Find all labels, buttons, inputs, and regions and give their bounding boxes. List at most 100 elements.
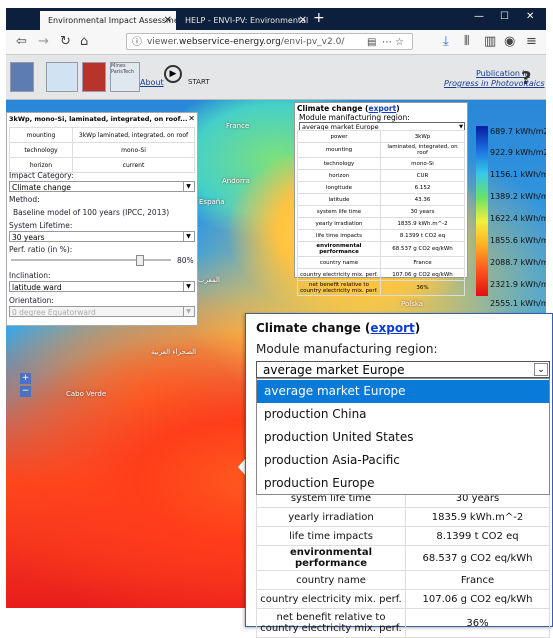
menu-icon[interactable]: ≡ <box>526 34 537 49</box>
account-icon[interactable]: ◉ <box>504 34 515 49</box>
table-row: mounting laminated, integrated, on roof <box>297 142 465 158</box>
dropdown-option[interactable]: production Europe <box>257 472 549 495</box>
start-label[interactable]: START <box>188 78 210 86</box>
table-row: technology mono-Si <box>297 157 465 170</box>
table-row: technology mono-Si <box>9 142 195 158</box>
dropdown-option[interactable]: production China <box>257 403 549 426</box>
legend-label: 1156.1 kWh/m2 <box>490 170 546 179</box>
tab-label: HELP - ENVI-PV: Environmental Impac <box>185 16 311 25</box>
more-icon[interactable]: ⋯ <box>382 34 392 49</box>
minimize-icon[interactable]: — <box>474 11 484 22</box>
dropdown-option[interactable]: production Asia-Pacific <box>257 449 549 472</box>
orientation-select[interactable]: 0 degree Equatorward ▼ <box>9 306 195 317</box>
table-cell: country electricity mix. perf. <box>256 589 406 609</box>
table-cell: 8.1399 t CO2 eq <box>380 229 465 242</box>
dropdown-option[interactable]: production United States <box>257 426 549 449</box>
legend-label: 1389.2 kWh/m2 <box>490 192 546 201</box>
map-popup-zoomed: Climate change (export) Module manufactu… <box>245 313 553 638</box>
legend-label: 2088.7 kWh/m2 <box>490 258 546 267</box>
help-icon[interactable]: ? <box>521 68 531 89</box>
home-icon[interactable]: ⌂ <box>80 34 88 49</box>
region-select[interactable]: average market Europe ⌄ <box>256 361 550 378</box>
table-row: country electricity mix. perf. 107.06 g C… <box>297 268 465 281</box>
export-link[interactable]: export <box>370 321 414 335</box>
close-tab-icon[interactable]: ✕ <box>299 11 307 30</box>
table-cell: current <box>72 157 195 173</box>
close-window-icon[interactable]: ✕ <box>526 11 534 22</box>
perf-ratio-slider-track[interactable] <box>11 259 171 261</box>
table-cell: 3kWp <box>380 130 465 143</box>
popup-title: Climate change (export) <box>256 321 420 335</box>
zoom-in-button[interactable]: + <box>20 373 31 384</box>
table-row: life time impacts 8.1399 t CO2 eq <box>256 526 550 546</box>
close-icon[interactable]: ✕ <box>188 114 195 123</box>
tab-help[interactable]: HELP - ENVI-PV: Environmental Impac ✕ <box>177 11 311 30</box>
chevron-down-icon: ⌄ <box>534 363 548 376</box>
table-cell: 36% <box>405 608 550 638</box>
forward-icon[interactable]: → <box>38 34 49 49</box>
table-cell: net benefit relative to country electric… <box>297 280 381 296</box>
tab-environmental-impact[interactable]: Environmental Impact Assessment ✕ <box>40 11 176 30</box>
dropdown-option[interactable]: average market Europe <box>257 380 549 403</box>
legend-label: 1622.4 kWh/m2 <box>490 214 546 223</box>
select-value: 30 years <box>12 233 45 242</box>
table-row: yearly irradiation 1835.9 kWh.m^-2 <box>297 217 465 230</box>
legend-label: 2321.9 kWh/m2 <box>490 280 546 289</box>
mines-paristech-logo: Mines ParisTech <box>110 62 140 92</box>
table-row: yearly irradiation 1835.9 kWh.m^-2 <box>256 507 550 527</box>
about-link[interactable]: About <box>140 78 164 87</box>
popup-title: Climate change (export) <box>297 104 400 113</box>
inclination-select[interactable]: latitude ward ▼ <box>9 281 195 292</box>
new-tab-icon[interactable]: + <box>313 10 325 26</box>
perf-ratio-slider-handle[interactable] <box>136 255 144 266</box>
map-label-cabo-verde: Cabo Verde <box>66 390 107 398</box>
url-bar[interactable]: ⓘ viewer.webservice-energy.org/envi-pv_v… <box>126 33 413 50</box>
play-icon[interactable]: ▶ <box>164 65 182 83</box>
legend-label: 689.7 kWh/m2 <box>490 127 546 136</box>
app-header: Mines ParisTech About ▶ START Publicatio… <box>6 55 546 100</box>
region-label: Module manifacturing region: <box>299 113 410 122</box>
zoom-out-button[interactable]: − <box>20 386 31 397</box>
select-value: average market Europe <box>263 363 405 377</box>
logo-image <box>46 62 78 92</box>
table-cell: 1835.9 kWh.m^-2 <box>380 217 465 230</box>
back-icon[interactable]: ⇦ <box>16 34 27 49</box>
close-tab-icon[interactable]: ✕ <box>164 11 172 30</box>
map-popup: Climate change (export) Module manifactu… <box>294 102 468 296</box>
reload-icon[interactable]: ↻ <box>60 34 71 49</box>
impact-category-select[interactable]: Climate change ▼ <box>9 181 195 192</box>
download-icon[interactable]: ⤓ <box>443 34 449 49</box>
table-cell: 43.36 <box>380 193 465 206</box>
map-label-espana: España <box>199 198 225 206</box>
table-row: net benefit relative to country electric… <box>256 608 550 638</box>
library-icon[interactable]: ⫴ <box>464 34 469 49</box>
title-text: Climate change ( <box>256 321 371 335</box>
table-cell: mono-Si <box>380 157 465 170</box>
tab-bar: Environmental Impact Assessment ✕ HELP -… <box>6 8 546 30</box>
table-cell: life time impacts <box>297 229 381 242</box>
chevron-down-icon: ▼ <box>183 282 193 291</box>
table-row: environmental performance 68.537 g CO2 eq… <box>297 241 465 257</box>
table-cell: technology <box>297 157 381 170</box>
table-row: horizon CUR <box>297 169 465 182</box>
sidebar-icon[interactable]: ▥ <box>484 34 496 49</box>
table-cell: 68.537 g CO2 eq/kWh <box>405 545 550 571</box>
chevron-down-icon: ▼ <box>183 232 193 241</box>
export-link[interactable]: export <box>368 104 396 113</box>
system-lifetime-select[interactable]: 30 years ▼ <box>9 231 195 242</box>
info-icon[interactable]: ⓘ <box>132 34 142 49</box>
table-cell: net benefit relative to country electric… <box>256 608 406 638</box>
chevron-down-icon: ▼ <box>183 182 193 191</box>
reader-icon[interactable]: ▤ <box>367 34 376 49</box>
table-cell: power <box>297 130 381 143</box>
table-cell: horizon <box>297 169 381 182</box>
map-label-morocco: المغرب <box>198 276 220 284</box>
title-text: ) <box>396 104 400 113</box>
map-label-france: France <box>226 122 250 130</box>
table-cell: environmental performance <box>256 545 406 571</box>
bookmark-icon[interactable]: ☆ <box>395 34 404 49</box>
table-cell: 8.1399 t CO2 eq <box>405 526 550 546</box>
table-cell: France <box>405 570 550 590</box>
maximize-icon[interactable]: ☐ <box>500 11 509 22</box>
table-cell: life time impacts <box>256 526 406 546</box>
